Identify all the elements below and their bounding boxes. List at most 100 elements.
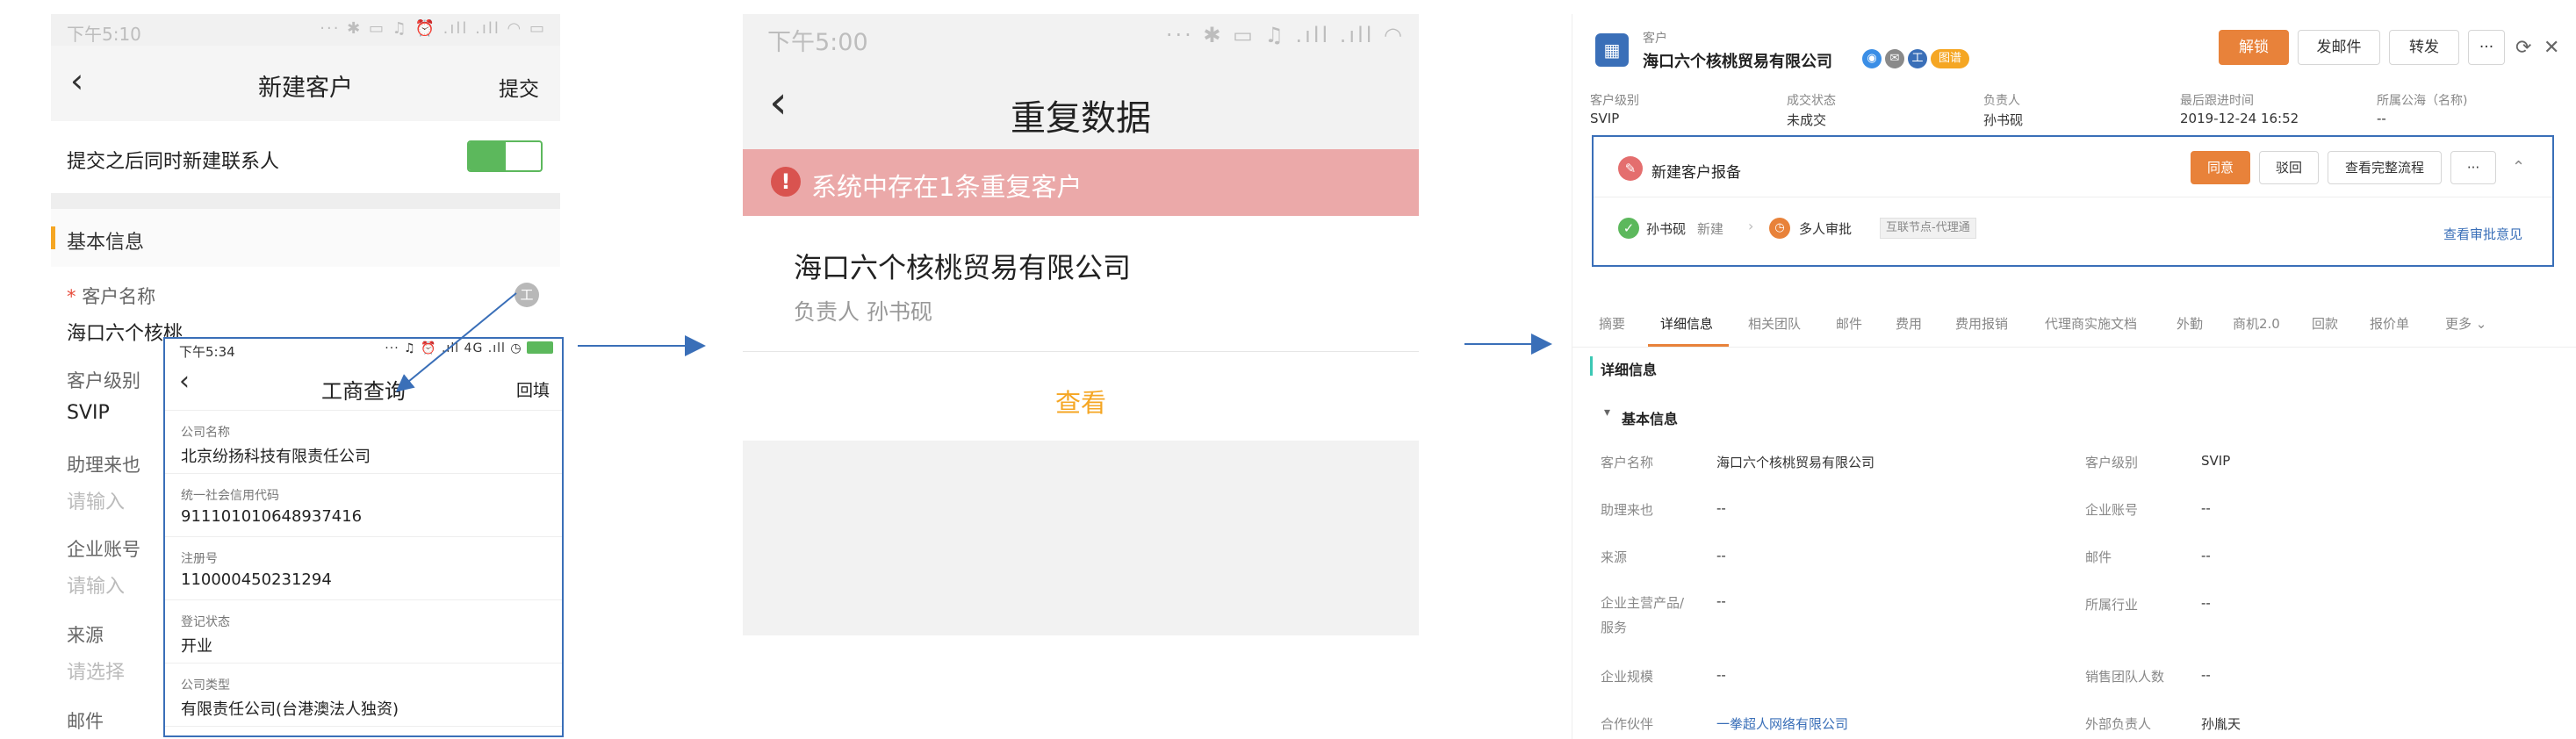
tab-summary[interactable]: 摘要 <box>1599 314 1625 333</box>
status-time: 下午5:34 <box>179 344 235 360</box>
field-label: 合作伙伴 <box>1601 716 1654 732</box>
section-title: 基本信息 <box>67 232 145 254</box>
divider <box>51 193 560 209</box>
approval-title: 新建客户报备 <box>1651 164 1741 182</box>
duplicate-data-screen: 下午5:00 ··· ✱ ▭ ♫ .ıll .ıll ◠ ‹ 重复数据 ! 系统… <box>743 14 1419 635</box>
section-accent <box>1590 356 1593 376</box>
unlock-button[interactable]: 解锁 <box>2219 30 2289 65</box>
view-flow-button[interactable]: 查看完整流程 <box>2328 151 2442 184</box>
company-type-label: 公司类型 <box>181 678 230 692</box>
summary-label: 最后跟进时间 <box>2180 94 2254 108</box>
field-label: 邮件 <box>2085 549 2112 565</box>
field-value: 孙胤天 <box>2201 716 2241 732</box>
registration-number-value: 110000450231294 <box>181 570 332 589</box>
company-name-value: 北京纷扬科技有限责任公司 <box>181 448 371 466</box>
submit-button[interactable]: 提交 <box>499 72 539 102</box>
report-icon: ✎ <box>1618 156 1643 181</box>
registration-number-label: 注册号 <box>181 552 218 566</box>
graph-badge[interactable]: 图谱 <box>1931 49 1969 68</box>
tab-mail[interactable]: 邮件 <box>1836 314 1862 333</box>
duplicate-alert: ! 系统中存在1条重复客户 <box>743 149 1419 216</box>
create-contact-toggle[interactable] <box>467 140 543 172</box>
summary-label: 成交状态 <box>1787 94 1836 108</box>
create-contact-row: 提交之后同时新建联系人 <box>51 121 560 193</box>
refresh-icon[interactable]: ⟳ <box>2515 37 2531 59</box>
tab-more[interactable]: 更多 ⌄ <box>2445 314 2486 333</box>
basic-section-title: 基本信息 <box>1622 411 1679 427</box>
clock-icon: ◷ <box>1769 218 1790 239</box>
approval-panel: ✎ 新建客户报备 同意 驳回 查看完整流程 ··· ⌃ ✓ 孙书砚 新建 › ◷… <box>1592 135 2554 267</box>
company-name-label: 公司名称 <box>181 426 230 440</box>
tab-cost[interactable]: 费用 <box>1896 314 1922 333</box>
list-item: 登记状态 开业 <box>165 600 562 664</box>
chat-badge-icon[interactable]: ◉ <box>1862 49 1882 68</box>
reject-button[interactable]: 驳回 <box>2259 151 2319 184</box>
flow-arrow-1 <box>578 335 706 356</box>
field-value: -- <box>2201 595 2211 611</box>
mail-badge-icon[interactable]: ✉ <box>1885 49 1904 68</box>
business-badge-icon[interactable]: 工 <box>1908 49 1927 68</box>
more-button[interactable]: ··· <box>2450 151 2496 184</box>
tab-field[interactable]: 外勤 <box>2177 314 2203 333</box>
close-icon[interactable]: ✕ <box>2544 37 2559 59</box>
tab-team[interactable]: 相关团队 <box>1748 314 1801 333</box>
required-mark: * <box>67 286 76 307</box>
nav-bar: ‹ 重复数据 <box>743 58 1419 149</box>
toggle-knob <box>469 142 506 170</box>
step1-name: 孙书砚 <box>1646 221 1687 237</box>
field-value: 海口六个核桃贸易有限公司 <box>1716 455 1875 470</box>
forward-button[interactable]: 转发 <box>2389 30 2459 65</box>
status-time: 下午5:10 <box>67 24 141 45</box>
divider <box>743 351 1419 352</box>
field-value: -- <box>2201 667 2211 683</box>
tab-agent-docs[interactable]: 代理商实施文档 <box>2045 314 2137 333</box>
customer-name: 海口六个核桃贸易有限公司 <box>794 251 1132 284</box>
battery-icon <box>527 341 553 354</box>
field-label: 企业规模 <box>1601 669 1654 685</box>
tab-expense[interactable]: 费用报销 <box>1955 314 2008 333</box>
list-item: 公司名称 北京纷扬科技有限责任公司 <box>165 411 562 474</box>
list-item: 统一社会信用代码 911101010648937416 <box>165 474 562 537</box>
customer-owner: 负责人 孙书砚 <box>794 299 932 325</box>
more-button[interactable]: ··· <box>2468 30 2505 65</box>
send-email-button[interactable]: 发邮件 <box>2298 30 2380 65</box>
field-label: 助理来也 <box>1601 502 1654 518</box>
tab-details[interactable]: 详细信息 <box>1660 314 1713 333</box>
field-value: -- <box>2201 500 2211 516</box>
section-header: 基本信息 <box>51 209 560 267</box>
detail-section-title: 详细信息 <box>1601 362 1658 378</box>
summary-value: SVIP <box>1590 111 1620 126</box>
field-value: -- <box>1716 667 1726 683</box>
registration-status-label: 登记状态 <box>181 615 230 629</box>
collapse-icon[interactable]: ⌃ <box>2512 158 2525 176</box>
tab-opportunity[interactable]: 商机2.0 <box>2233 314 2280 333</box>
registration-status-value: 开业 <box>181 637 212 656</box>
customer-detail-page: ▦ 客户 海口六个核桃贸易有限公司 ◉ ✉ 工 图谱 解锁 发邮件 转发 ···… <box>1572 14 2576 739</box>
field-label: 客户级别 <box>2085 455 2139 470</box>
customer-icon: ▦ <box>1595 33 1629 67</box>
field-label: 来源 <box>1601 549 1628 565</box>
field-label: 企业主营产品/ <box>1601 595 1685 611</box>
page-title: 重复数据 <box>1011 98 1151 139</box>
section-accent <box>51 226 55 249</box>
tab-quote[interactable]: 报价单 <box>2370 314 2409 333</box>
duplicate-customer-card: 海口六个核桃贸易有限公司 负责人 孙书砚 查看 <box>743 216 1419 441</box>
field-value: -- <box>1716 548 1726 563</box>
create-contact-label: 提交之后同时新建联系人 <box>67 151 280 173</box>
partner-link[interactable]: 一拳超人网络有限公司 <box>1716 714 1848 733</box>
view-opinion-link[interactable]: 查看审批意见 <box>2443 225 2522 243</box>
field-value: SVIP <box>2201 453 2231 469</box>
field-value: -- <box>1716 593 1726 609</box>
field-label: 外部负责人 <box>2085 716 2152 732</box>
status-bar: 下午5:10 ··· ✱ ▭ ♫ ⏰ .ıll .ıll ◠ ▭ <box>51 14 560 46</box>
caret-down-icon[interactable]: ▾ <box>1604 405 1610 420</box>
field-label: 客户名称 <box>82 286 156 307</box>
field-value: -- <box>1716 500 1726 516</box>
page-title: 新建客户 <box>258 75 353 102</box>
view-button[interactable]: 查看 <box>743 383 1419 420</box>
agree-button[interactable]: 同意 <box>2191 151 2250 184</box>
list-item: 公司类型 有限责任公司(台港澳法人独资) <box>165 664 562 727</box>
node-tag: 互联节点-代理通 <box>1880 218 1976 239</box>
tab-payment[interactable]: 回款 <box>2312 314 2338 333</box>
field-label: 销售团队人数 <box>2085 669 2165 685</box>
